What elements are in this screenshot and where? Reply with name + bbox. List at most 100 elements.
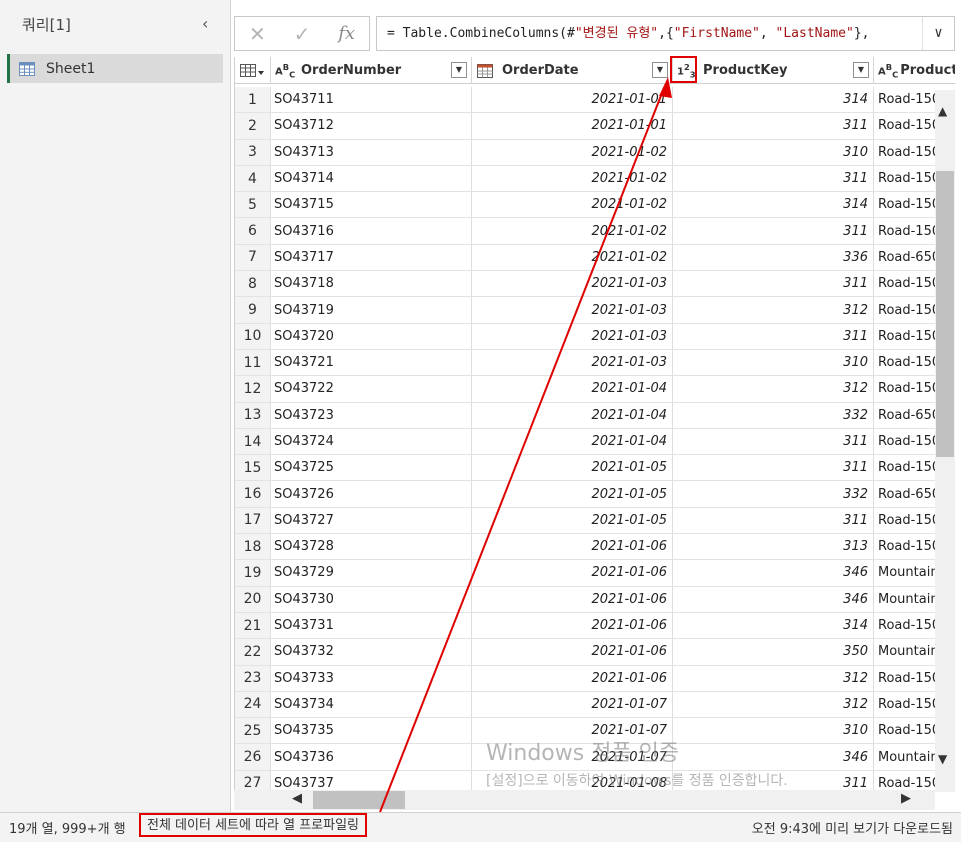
order-number-cell[interactable]: SO43712 <box>271 113 472 139</box>
order-date-cell[interactable]: 2021-01-01 <box>472 87 673 113</box>
abc-type-icon[interactable]: ABC <box>878 62 898 79</box>
order-number-cell[interactable]: SO43728 <box>271 534 472 560</box>
order-number-cell[interactable]: SO43721 <box>271 349 472 376</box>
row-number[interactable]: 22 <box>235 639 271 665</box>
cancel-icon[interactable]: ✕ <box>235 22 280 46</box>
order-number-cell[interactable]: SO43731 <box>271 612 472 639</box>
order-date-cell[interactable]: 2021-01-04 <box>472 428 673 455</box>
product-cell[interactable]: Road-150 <box>874 613 935 638</box>
product-cell[interactable]: Road-150 <box>874 271 935 296</box>
horizontal-scrollbar[interactable]: ◀ ▶ <box>234 790 935 810</box>
order-number-cell[interactable]: SO43722 <box>271 376 472 402</box>
order-date-cell[interactable]: 2021-01-05 <box>472 481 673 507</box>
order-number-cell[interactable]: SO43723 <box>271 402 472 428</box>
product-cell[interactable]: Road-150 <box>874 666 935 691</box>
order-number-cell[interactable]: SO43725 <box>271 455 472 481</box>
scroll-thumb[interactable] <box>313 791 405 809</box>
product-cell[interactable]: Mountain <box>874 744 935 769</box>
chevron-up-icon[interactable]: ▲ <box>938 104 947 118</box>
product-key-cell[interactable]: 311 <box>673 165 874 192</box>
row-number[interactable]: 8 <box>235 271 271 297</box>
chevron-left-icon[interactable]: ‹ <box>202 14 208 33</box>
column-header-product[interactable]: ABC ProductI <box>874 57 955 84</box>
product-key-cell[interactable]: 311 <box>673 507 874 534</box>
product-cell[interactable]: Mountain <box>874 560 935 585</box>
product-cell[interactable]: Road-650 <box>874 481 935 506</box>
product-key-cell[interactable]: 332 <box>673 402 874 428</box>
product-cell[interactable]: Road-150 <box>874 508 935 533</box>
order-number-cell[interactable]: SO43737 <box>271 770 472 792</box>
product-cell[interactable]: Road-650 <box>874 245 935 270</box>
row-number[interactable]: 5 <box>235 192 271 218</box>
product-key-cell[interactable]: 313 <box>673 534 874 560</box>
order-date-cell[interactable]: 2021-01-02 <box>472 139 673 165</box>
order-date-cell[interactable]: 2021-01-06 <box>472 639 673 665</box>
order-number-cell[interactable]: SO43730 <box>271 586 472 612</box>
product-cell[interactable]: Road-150 <box>874 192 935 217</box>
product-key-cell[interactable]: 312 <box>673 691 874 718</box>
order-number-cell[interactable]: SO43727 <box>271 507 472 534</box>
row-number[interactable]: 14 <box>235 428 271 455</box>
row-number[interactable]: 2 <box>235 113 271 139</box>
order-date-cell[interactable]: 2021-01-05 <box>472 455 673 481</box>
filter-dropdown-icon[interactable]: ▼ <box>451 62 467 78</box>
order-date-cell[interactable]: 2021-01-02 <box>472 244 673 271</box>
order-date-cell[interactable]: 2021-01-05 <box>472 507 673 534</box>
product-cell[interactable]: Mountain <box>874 639 935 664</box>
product-key-cell[interactable]: 310 <box>673 139 874 165</box>
product-cell[interactable]: Road-150 <box>874 324 935 349</box>
product-key-cell[interactable]: 311 <box>673 428 874 455</box>
order-date-cell[interactable]: 2021-01-07 <box>472 744 673 770</box>
product-cell[interactable]: Road-150 <box>874 534 935 559</box>
product-key-cell[interactable]: 311 <box>673 218 874 244</box>
row-number[interactable]: 25 <box>235 718 271 744</box>
product-cell[interactable]: Road-150 <box>874 376 935 401</box>
order-number-cell[interactable]: SO43734 <box>271 691 472 718</box>
order-date-cell[interactable]: 2021-01-06 <box>472 586 673 612</box>
row-number[interactable]: 12 <box>235 376 271 402</box>
fx-icon[interactable]: fx <box>324 23 369 44</box>
product-cell[interactable]: Road-150 <box>874 350 935 375</box>
table-menu-button[interactable] <box>235 57 271 84</box>
product-cell[interactable]: Road-150 <box>874 692 935 717</box>
product-cell[interactable]: Road-150 <box>874 771 935 792</box>
order-date-cell[interactable]: 2021-01-03 <box>472 349 673 376</box>
order-number-cell[interactable]: SO43718 <box>271 271 472 297</box>
order-number-cell[interactable]: SO43729 <box>271 560 472 586</box>
chevron-down-icon[interactable]: ▼ <box>938 752 947 766</box>
filter-dropdown-icon[interactable]: ▼ <box>853 62 869 78</box>
calendar-type-icon[interactable] <box>476 63 500 78</box>
row-number[interactable]: 26 <box>235 744 271 770</box>
product-key-cell[interactable]: 312 <box>673 376 874 402</box>
chevron-right-icon[interactable]: ▶ <box>901 791 911 806</box>
order-date-cell[interactable]: 2021-01-04 <box>472 402 673 428</box>
order-date-cell[interactable]: 2021-01-07 <box>472 718 673 744</box>
row-number[interactable]: 27 <box>235 770 271 792</box>
order-number-cell[interactable]: SO43711 <box>271 87 472 113</box>
row-number[interactable]: 6 <box>235 218 271 244</box>
product-key-cell[interactable]: 336 <box>673 244 874 271</box>
product-cell[interactable]: Road-150 <box>874 113 935 138</box>
product-key-cell[interactable]: 311 <box>673 770 874 792</box>
order-date-cell[interactable]: 2021-01-02 <box>472 165 673 192</box>
order-date-cell[interactable]: 2021-01-07 <box>472 691 673 718</box>
row-number[interactable]: 17 <box>235 507 271 534</box>
order-number-cell[interactable]: SO43714 <box>271 165 472 192</box>
product-cell[interactable]: Road-150 <box>874 297 935 322</box>
column-header-ordernumber[interactable]: ABC OrderNumber ▼ <box>271 57 472 84</box>
product-key-cell[interactable]: 314 <box>673 612 874 639</box>
row-number[interactable]: 4 <box>235 165 271 192</box>
row-number[interactable]: 23 <box>235 665 271 691</box>
product-key-cell[interactable]: 311 <box>673 271 874 297</box>
row-number[interactable]: 19 <box>235 560 271 586</box>
row-number[interactable]: 7 <box>235 244 271 271</box>
product-key-cell[interactable]: 346 <box>673 744 874 770</box>
product-key-cell[interactable]: 311 <box>673 113 874 139</box>
query-item-sheet1[interactable]: Sheet1 <box>7 54 223 83</box>
order-date-cell[interactable]: 2021-01-03 <box>472 297 673 323</box>
order-date-cell[interactable]: 2021-01-03 <box>472 323 673 349</box>
order-date-cell[interactable]: 2021-01-06 <box>472 665 673 691</box>
formula-input[interactable]: = Table.CombineColumns(#"변경된 유형",{"First… <box>376 16 955 51</box>
order-number-cell[interactable]: SO43713 <box>271 139 472 165</box>
order-number-cell[interactable]: SO43733 <box>271 665 472 691</box>
